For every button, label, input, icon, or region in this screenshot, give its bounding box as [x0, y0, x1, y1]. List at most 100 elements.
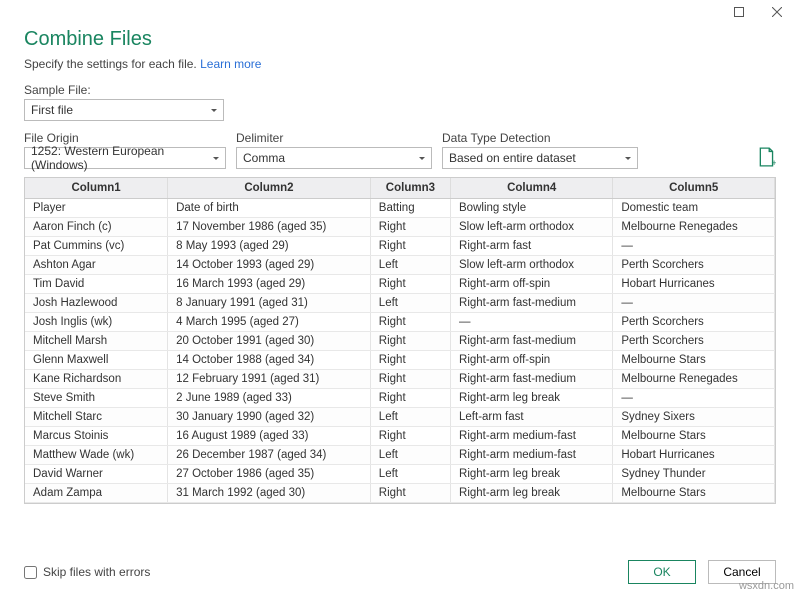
- table-cell: Left: [370, 408, 450, 427]
- table-cell: Kane Richardson: [25, 370, 168, 389]
- learn-more-link[interactable]: Learn more: [200, 57, 261, 71]
- sample-file-dropdown[interactable]: First file: [24, 99, 224, 121]
- table-cell: Slow left-arm orthodox: [451, 256, 613, 275]
- table-cell: Right: [370, 484, 450, 503]
- table-cell: Mitchell Marsh: [25, 332, 168, 351]
- delimiter-group: Delimiter Comma: [236, 131, 432, 169]
- table-cell: Right-arm fast-medium: [451, 370, 613, 389]
- table-cell: Left: [370, 294, 450, 313]
- table-cell: Right: [370, 351, 450, 370]
- table-cell: Perth Scorchers: [613, 332, 775, 351]
- table-cell: Sydney Thunder: [613, 465, 775, 484]
- table-row: Steve Smith2 June 1989 (aged 33)RightRig…: [25, 389, 775, 408]
- table-cell: Hobart Hurricanes: [613, 275, 775, 294]
- table-cell: —: [613, 237, 775, 256]
- data-type-label: Data Type Detection: [442, 131, 638, 145]
- delimiter-dropdown[interactable]: Comma: [236, 147, 432, 169]
- table-row: Adam Zampa31 March 1992 (aged 30)RightRi…: [25, 484, 775, 503]
- table-row: Josh Inglis (wk)4 March 1995 (aged 27)Ri…: [25, 313, 775, 332]
- svg-text:+: +: [771, 158, 776, 167]
- sample-file-value: First file: [31, 103, 73, 117]
- chevron-down-icon: [419, 157, 425, 160]
- table-cell: Left: [370, 256, 450, 275]
- table-cell: Perth Scorchers: [613, 313, 775, 332]
- window-titlebar: [0, 0, 800, 24]
- page-plus-icon[interactable]: +: [758, 147, 776, 167]
- table-row: Marcus Stoinis16 August 1989 (aged 33)Ri…: [25, 427, 775, 446]
- table-cell: Right-arm fast-medium: [451, 332, 613, 351]
- table-cell: 27 October 1986 (aged 35): [168, 465, 371, 484]
- file-origin-label: File Origin: [24, 131, 226, 145]
- table-row: Kane Richardson12 February 1991 (aged 31…: [25, 370, 775, 389]
- table-cell: Melbourne Renegades: [613, 218, 775, 237]
- table-cell: Pat Cummins (vc): [25, 237, 168, 256]
- table-cell: Right-arm leg break: [451, 465, 613, 484]
- table-cell: 26 December 1987 (aged 34): [168, 446, 371, 465]
- table-cell: Right: [370, 370, 450, 389]
- table-row: Mitchell Starc30 January 1990 (aged 32)L…: [25, 408, 775, 427]
- table-cell: Right-arm leg break: [451, 484, 613, 503]
- chevron-down-icon: [625, 157, 631, 160]
- preview-table-wrap: Column1Column2Column3Column4Column5 Play…: [24, 177, 776, 504]
- subtitle-text: Specify the settings for each file.: [24, 57, 200, 71]
- table-cell: Right: [370, 313, 450, 332]
- table-cell: 14 October 1993 (aged 29): [168, 256, 371, 275]
- table-cell: 8 January 1991 (aged 31): [168, 294, 371, 313]
- close-button[interactable]: [758, 0, 796, 24]
- delimiter-label: Delimiter: [236, 131, 432, 145]
- data-type-dropdown[interactable]: Based on entire dataset: [442, 147, 638, 169]
- table-cell: Melbourne Stars: [613, 351, 775, 370]
- table-cell: Josh Hazlewood: [25, 294, 168, 313]
- table-cell: —: [451, 313, 613, 332]
- file-origin-group: File Origin 1252: Western European (Wind…: [24, 131, 226, 169]
- table-cell: Melbourne Stars: [613, 427, 775, 446]
- table-cell: 2 June 1989 (aged 33): [168, 389, 371, 408]
- dialog-body: Combine Files Specify the settings for e…: [0, 24, 800, 512]
- table-cell: —: [613, 389, 775, 408]
- table-cell: Melbourne Stars: [613, 484, 775, 503]
- maximize-button[interactable]: [720, 0, 758, 24]
- delimiter-value: Comma: [243, 151, 285, 165]
- table-cell: —: [613, 294, 775, 313]
- table-cell: Bowling style: [451, 199, 613, 218]
- table-row: Aaron Finch (c)17 November 1986 (aged 35…: [25, 218, 775, 237]
- table-cell: Marcus Stoinis: [25, 427, 168, 446]
- table-cell: 17 November 1986 (aged 35): [168, 218, 371, 237]
- column-header[interactable]: Column1: [25, 178, 168, 199]
- table-cell: Matthew Wade (wk): [25, 446, 168, 465]
- skip-files-wrap[interactable]: Skip files with errors: [24, 565, 150, 579]
- table-cell: 4 March 1995 (aged 27): [168, 313, 371, 332]
- column-header[interactable]: Column3: [370, 178, 450, 199]
- column-header[interactable]: Column2: [168, 178, 371, 199]
- column-header[interactable]: Column4: [451, 178, 613, 199]
- file-origin-value: 1252: Western European (Windows): [31, 144, 213, 172]
- data-type-group: Data Type Detection Based on entire data…: [442, 131, 638, 169]
- table-row: Glenn Maxwell14 October 1988 (aged 34)Ri…: [25, 351, 775, 370]
- table-row: Ashton Agar14 October 1993 (aged 29)Left…: [25, 256, 775, 275]
- table-cell: Steve Smith: [25, 389, 168, 408]
- table-cell: Adam Zampa: [25, 484, 168, 503]
- table-cell: Right: [370, 389, 450, 408]
- table-cell: Right: [370, 275, 450, 294]
- file-origin-dropdown[interactable]: 1252: Western European (Windows): [24, 147, 226, 169]
- table-cell: Right: [370, 427, 450, 446]
- skip-files-label: Skip files with errors: [43, 565, 150, 579]
- skip-files-checkbox[interactable]: [24, 566, 37, 579]
- table-cell: Right: [370, 218, 450, 237]
- table-cell: Hobart Hurricanes: [613, 446, 775, 465]
- ok-button[interactable]: OK: [628, 560, 696, 584]
- table-cell: 8 May 1993 (aged 29): [168, 237, 371, 256]
- table-cell: Right: [370, 237, 450, 256]
- chevron-down-icon: [213, 157, 219, 160]
- data-type-value: Based on entire dataset: [449, 151, 576, 165]
- table-cell: Melbourne Renegades: [613, 370, 775, 389]
- table-cell: Right-arm off-spin: [451, 275, 613, 294]
- table-cell: Perth Scorchers: [613, 256, 775, 275]
- options-row: File Origin 1252: Western European (Wind…: [24, 131, 776, 169]
- column-header[interactable]: Column5: [613, 178, 775, 199]
- table-cell: Right-arm fast: [451, 237, 613, 256]
- table-cell: Right-arm medium-fast: [451, 427, 613, 446]
- table-cell: Josh Inglis (wk): [25, 313, 168, 332]
- table-cell: Left-arm fast: [451, 408, 613, 427]
- table-cell: Slow left-arm orthodox: [451, 218, 613, 237]
